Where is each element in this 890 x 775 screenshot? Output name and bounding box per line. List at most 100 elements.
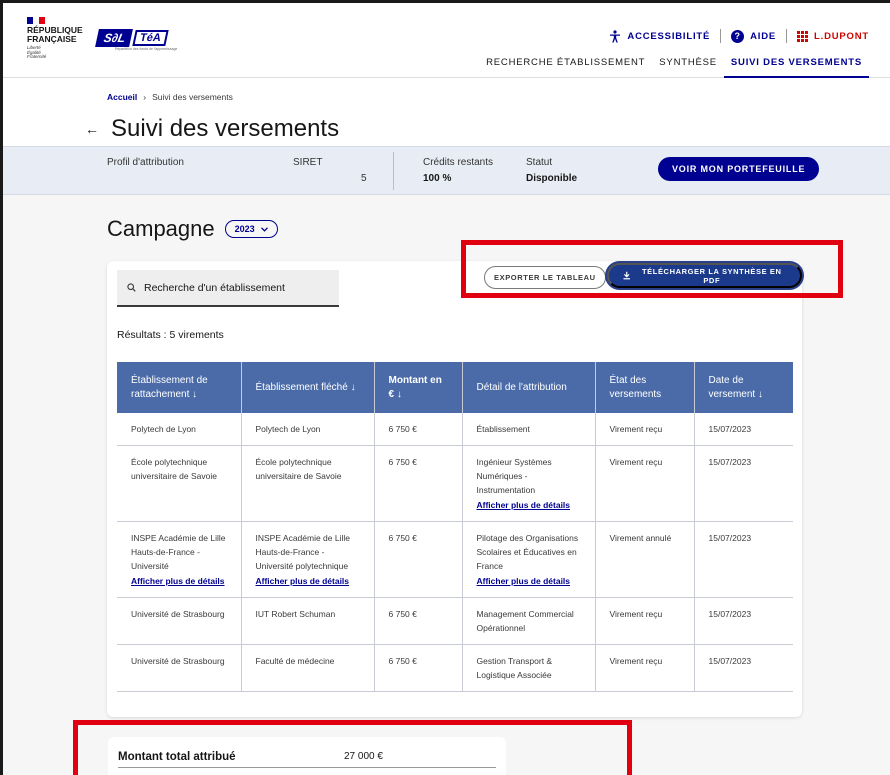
cell-montant: 6 750 € xyxy=(373,521,462,598)
sort-arrow-icon: ↓ xyxy=(350,381,356,393)
cell-fleche: INSPE Académie de Lille Hauts-de-France … xyxy=(240,521,374,598)
nav-recherche-etablissement[interactable]: RECHERCHE ÉTABLISSEMENT xyxy=(479,53,652,78)
republique-francaise-logo[interactable]: RÉPUBLIQUE FRANÇAISE Liberté Égalité Fra… xyxy=(27,17,87,60)
download-pdf-button[interactable]: TÉLÉCHARGER LA SYNTHÈSE EN PDF xyxy=(607,263,802,288)
total-value: 27 000 € xyxy=(344,751,383,762)
sel-tea-logo[interactable]: S∂L TéA Répartition des fonds de l'appre… xyxy=(95,29,177,51)
info-divider xyxy=(393,152,394,190)
user-menu[interactable]: L.DUPONT xyxy=(797,30,869,42)
cell-rattachement: Université de Strasbourg xyxy=(117,644,241,692)
cell-montant: 6 750 € xyxy=(373,413,462,446)
rattachement-text: INSPE Académie de Lille Hauts-de-France … xyxy=(131,533,226,571)
cell-detail: Ingénieur Systèmes Numériques - Instrume… xyxy=(461,445,595,522)
accessibility-icon xyxy=(610,29,621,42)
show-details-link[interactable]: Afficher plus de détails xyxy=(477,498,581,512)
table-row: INSPE Académie de Lille Hauts-de-France … xyxy=(117,521,793,598)
main-nav: RECHERCHE ÉTABLISSEMENT SYNTHÈSE SUIVI D… xyxy=(479,53,869,78)
siret-value: 5 xyxy=(361,173,367,184)
campaign-label: Campagne xyxy=(107,216,215,241)
view-wallet-button[interactable]: VOIR MON PORTEFEUILLE xyxy=(658,157,820,181)
campaign-row: Campagne 2023 xyxy=(107,216,278,242)
header-toolbar: ACCESSIBILITÉ ? AIDE L.DUPONT xyxy=(609,29,869,43)
user-name: L.DUPONT xyxy=(814,30,869,42)
table-row: Université de Strasbourg IUT Robert Schu… xyxy=(117,597,793,645)
cell-montant: 6 750 € xyxy=(373,445,462,522)
cell-rattachement: Université de Strasbourg xyxy=(117,597,241,645)
table-row: Université de Strasbourg Faculté de méde… xyxy=(117,644,793,692)
logo-tea: TéA xyxy=(132,30,169,46)
apps-grid-icon xyxy=(797,30,809,42)
status-label: Statut xyxy=(526,157,553,168)
profil-label: Profil d'attribution xyxy=(107,157,184,168)
accessibility-link[interactable]: ACCESSIBILITÉ xyxy=(609,29,710,43)
cell-fleche: IUT Robert Schuman xyxy=(240,597,374,645)
nav-suivi-versements[interactable]: SUIVI DES VERSEMENTS xyxy=(723,53,869,78)
export-table-button[interactable]: EXPORTER LE TABLEAU xyxy=(484,266,606,289)
col-header-rattachement[interactable]: Établissement de rattachement ↓ xyxy=(117,362,241,413)
detail-text: Pilotage des Organisations Scolaires et … xyxy=(476,533,579,571)
cell-etat: Virement reçu xyxy=(594,413,694,446)
versements-card: Recherche d'un établissement EXPORTER LE… xyxy=(107,261,802,717)
cell-date: 15/07/2023 xyxy=(693,413,793,446)
help-link[interactable]: ? AIDE xyxy=(731,29,777,43)
total-label: Montant total attribué xyxy=(118,751,236,763)
cell-rattachement: École polytechnique universitaire de Sav… xyxy=(117,445,241,522)
cell-etat: Virement reçu xyxy=(594,597,694,645)
cell-date: 15/07/2023 xyxy=(693,644,793,692)
motto-fraternite: Fraternité xyxy=(27,54,47,59)
results-count: Résultats : 5 virements xyxy=(117,329,224,341)
help-icon: ? xyxy=(731,29,745,43)
cell-rattachement: INSPE Académie de Lille Hauts-de-France … xyxy=(117,521,241,598)
cell-etat: Virement annulé xyxy=(594,521,694,598)
total-divider xyxy=(118,767,496,768)
cell-detail: Management Commercial Opérationnel xyxy=(461,597,595,645)
cell-etat: Virement reçu xyxy=(594,644,694,692)
download-icon xyxy=(623,271,631,280)
status-value: Disponible xyxy=(526,173,578,184)
col-header-montant[interactable]: Montant en € ↓ xyxy=(373,362,462,413)
siret-label: SIRET xyxy=(293,157,323,168)
page-title-row: ← Suivi des versements xyxy=(85,115,339,143)
back-arrow-icon[interactable]: ← xyxy=(85,121,99,137)
main-content: Campagne 2023 Recherche d'un établisseme… xyxy=(3,195,890,775)
help-label: AIDE xyxy=(750,30,777,42)
toolbar-divider xyxy=(786,29,788,43)
search-input[interactable]: Recherche d'un établissement xyxy=(117,270,339,307)
cell-montant: 6 750 € xyxy=(373,597,462,645)
campaign-year: 2023 xyxy=(234,224,255,234)
search-icon xyxy=(127,283,136,292)
cell-detail: Pilotage des Organisations Scolaires et … xyxy=(461,521,595,598)
cell-montant: 6 750 € xyxy=(373,644,462,692)
nav-synthese[interactable]: SYNTHÈSE xyxy=(652,53,724,78)
chevron-right-icon: › xyxy=(143,92,147,102)
total-card: Montant total attribué 27 000 € xyxy=(108,737,506,775)
col-header-etat: État des versements xyxy=(594,362,694,413)
cell-detail: Établissement xyxy=(461,413,595,446)
table-row: École polytechnique universitaire de Sav… xyxy=(117,445,793,522)
campaign-year-select[interactable]: 2023 xyxy=(224,220,278,238)
search-placeholder: Recherche d'un établissement xyxy=(144,281,285,294)
show-details-link[interactable]: Afficher plus de détails xyxy=(477,574,581,588)
col-header-detail: Détail de l'attribution xyxy=(461,362,595,413)
motto: Liberté Égalité Fraternité xyxy=(27,45,87,60)
header: RÉPUBLIQUE FRANÇAISE Liberté Égalité Fra… xyxy=(3,3,890,78)
breadcrumb-home[interactable]: Accueil xyxy=(107,92,137,102)
col-header-fleche[interactable]: Établissement fléché ↓ xyxy=(240,362,374,413)
info-bar: Profil d'attribution SIRET 5 Crédits res… xyxy=(3,146,890,195)
page-title: Suivi des versements xyxy=(111,115,340,142)
col-header-date[interactable]: Date de versement ↓ xyxy=(693,362,793,413)
show-details-link[interactable]: Afficher plus de détails xyxy=(256,574,360,588)
credits-label: Crédits restants xyxy=(423,157,494,168)
sort-arrow-icon: ↓ xyxy=(757,388,763,400)
sort-arrow-icon: ↓ xyxy=(192,388,198,400)
cell-date: 15/07/2023 xyxy=(693,445,793,522)
show-details-link[interactable]: Afficher plus de détails xyxy=(131,574,227,588)
cell-fleche: École polytechnique universitaire de Sav… xyxy=(240,445,374,522)
credits-value: 100 % xyxy=(423,173,452,184)
toolbar-divider xyxy=(720,29,722,43)
cell-date: 15/07/2023 xyxy=(693,521,793,598)
cell-detail: Gestion Transport & Logistique Associée xyxy=(461,644,595,692)
chevron-down-icon xyxy=(260,226,268,232)
table-row: Polytech de Lyon Polytech de Lyon 6 750 … xyxy=(117,413,793,446)
cell-rattachement: Polytech de Lyon xyxy=(117,413,241,446)
